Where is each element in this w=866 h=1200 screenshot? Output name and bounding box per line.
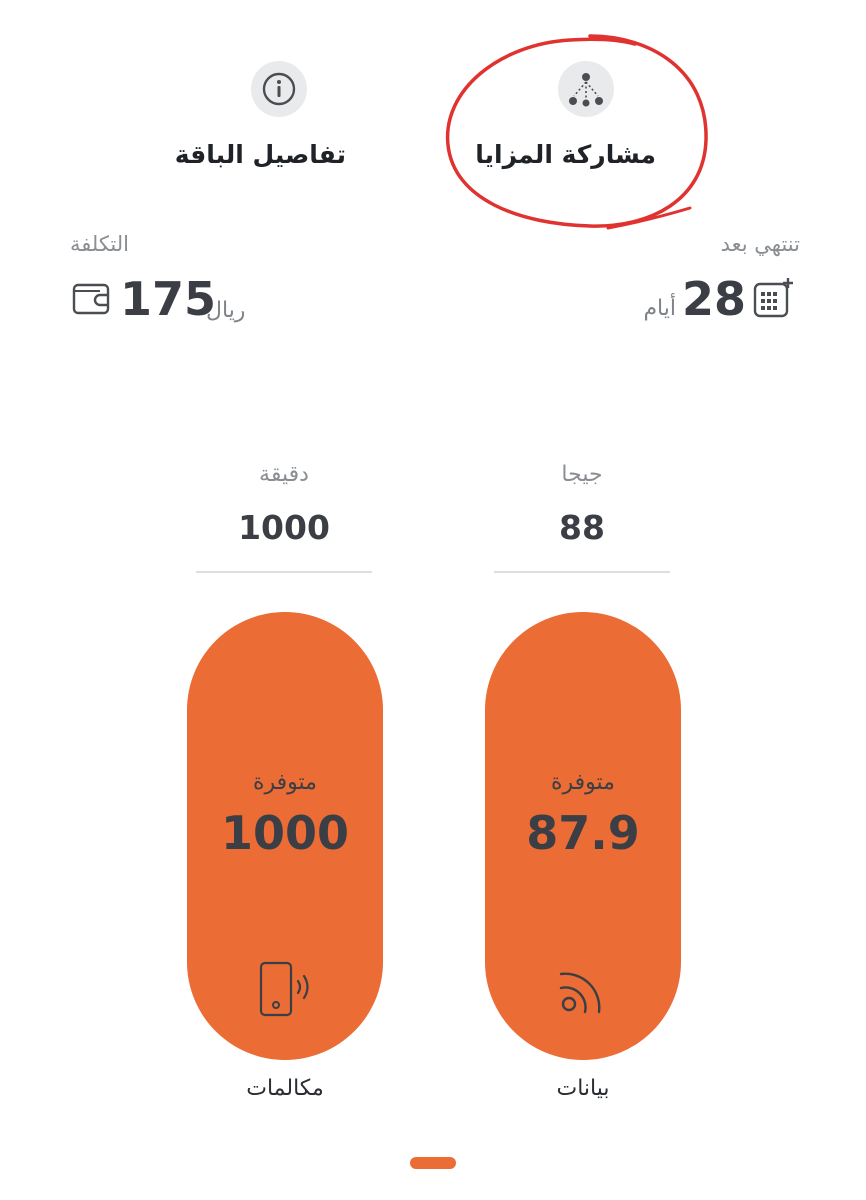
minutes-divider: [196, 571, 372, 573]
expiry-label: تنتهي بعد: [720, 232, 800, 256]
data-available-label: متوفرة: [551, 770, 615, 795]
minutes-name: مكالمات: [246, 1076, 324, 1101]
phone-call-icon: [257, 960, 317, 1024]
tab-package-details[interactable]: تفاصيل الباقة: [175, 60, 360, 180]
data-available-value: 87.9: [526, 806, 640, 860]
minutes-available-label: متوفرة: [253, 770, 317, 795]
minutes-total: 1000: [238, 508, 330, 547]
expiry-unit: أيام: [643, 296, 676, 321]
calendar-icon: [752, 276, 794, 324]
data-name: بيانات: [556, 1076, 610, 1101]
minutes-usage-pill[interactable]: متوفرة 1000: [187, 612, 383, 1060]
cost-value: 175: [120, 272, 217, 326]
tab-package-details-label: تفاصيل الباقة: [174, 140, 346, 169]
wallet-icon: [72, 281, 112, 321]
data-divider: [494, 571, 670, 573]
data-total: 88: [559, 508, 605, 547]
annotation-circle: [445, 34, 708, 230]
page-indicator[interactable]: [410, 1157, 456, 1169]
minutes-unit: دقيقة: [259, 462, 309, 487]
minutes-available-value: 1000: [220, 806, 350, 860]
cost-unit: ريال: [206, 298, 246, 323]
data-unit: جيجا: [561, 462, 603, 487]
expiry-value: 28: [682, 272, 747, 326]
data-signal-icon: [555, 962, 611, 1022]
data-usage-pill[interactable]: متوفرة 87.9: [485, 612, 681, 1060]
info-icon: [251, 61, 307, 117]
cost-label: التكلفة: [70, 232, 130, 256]
